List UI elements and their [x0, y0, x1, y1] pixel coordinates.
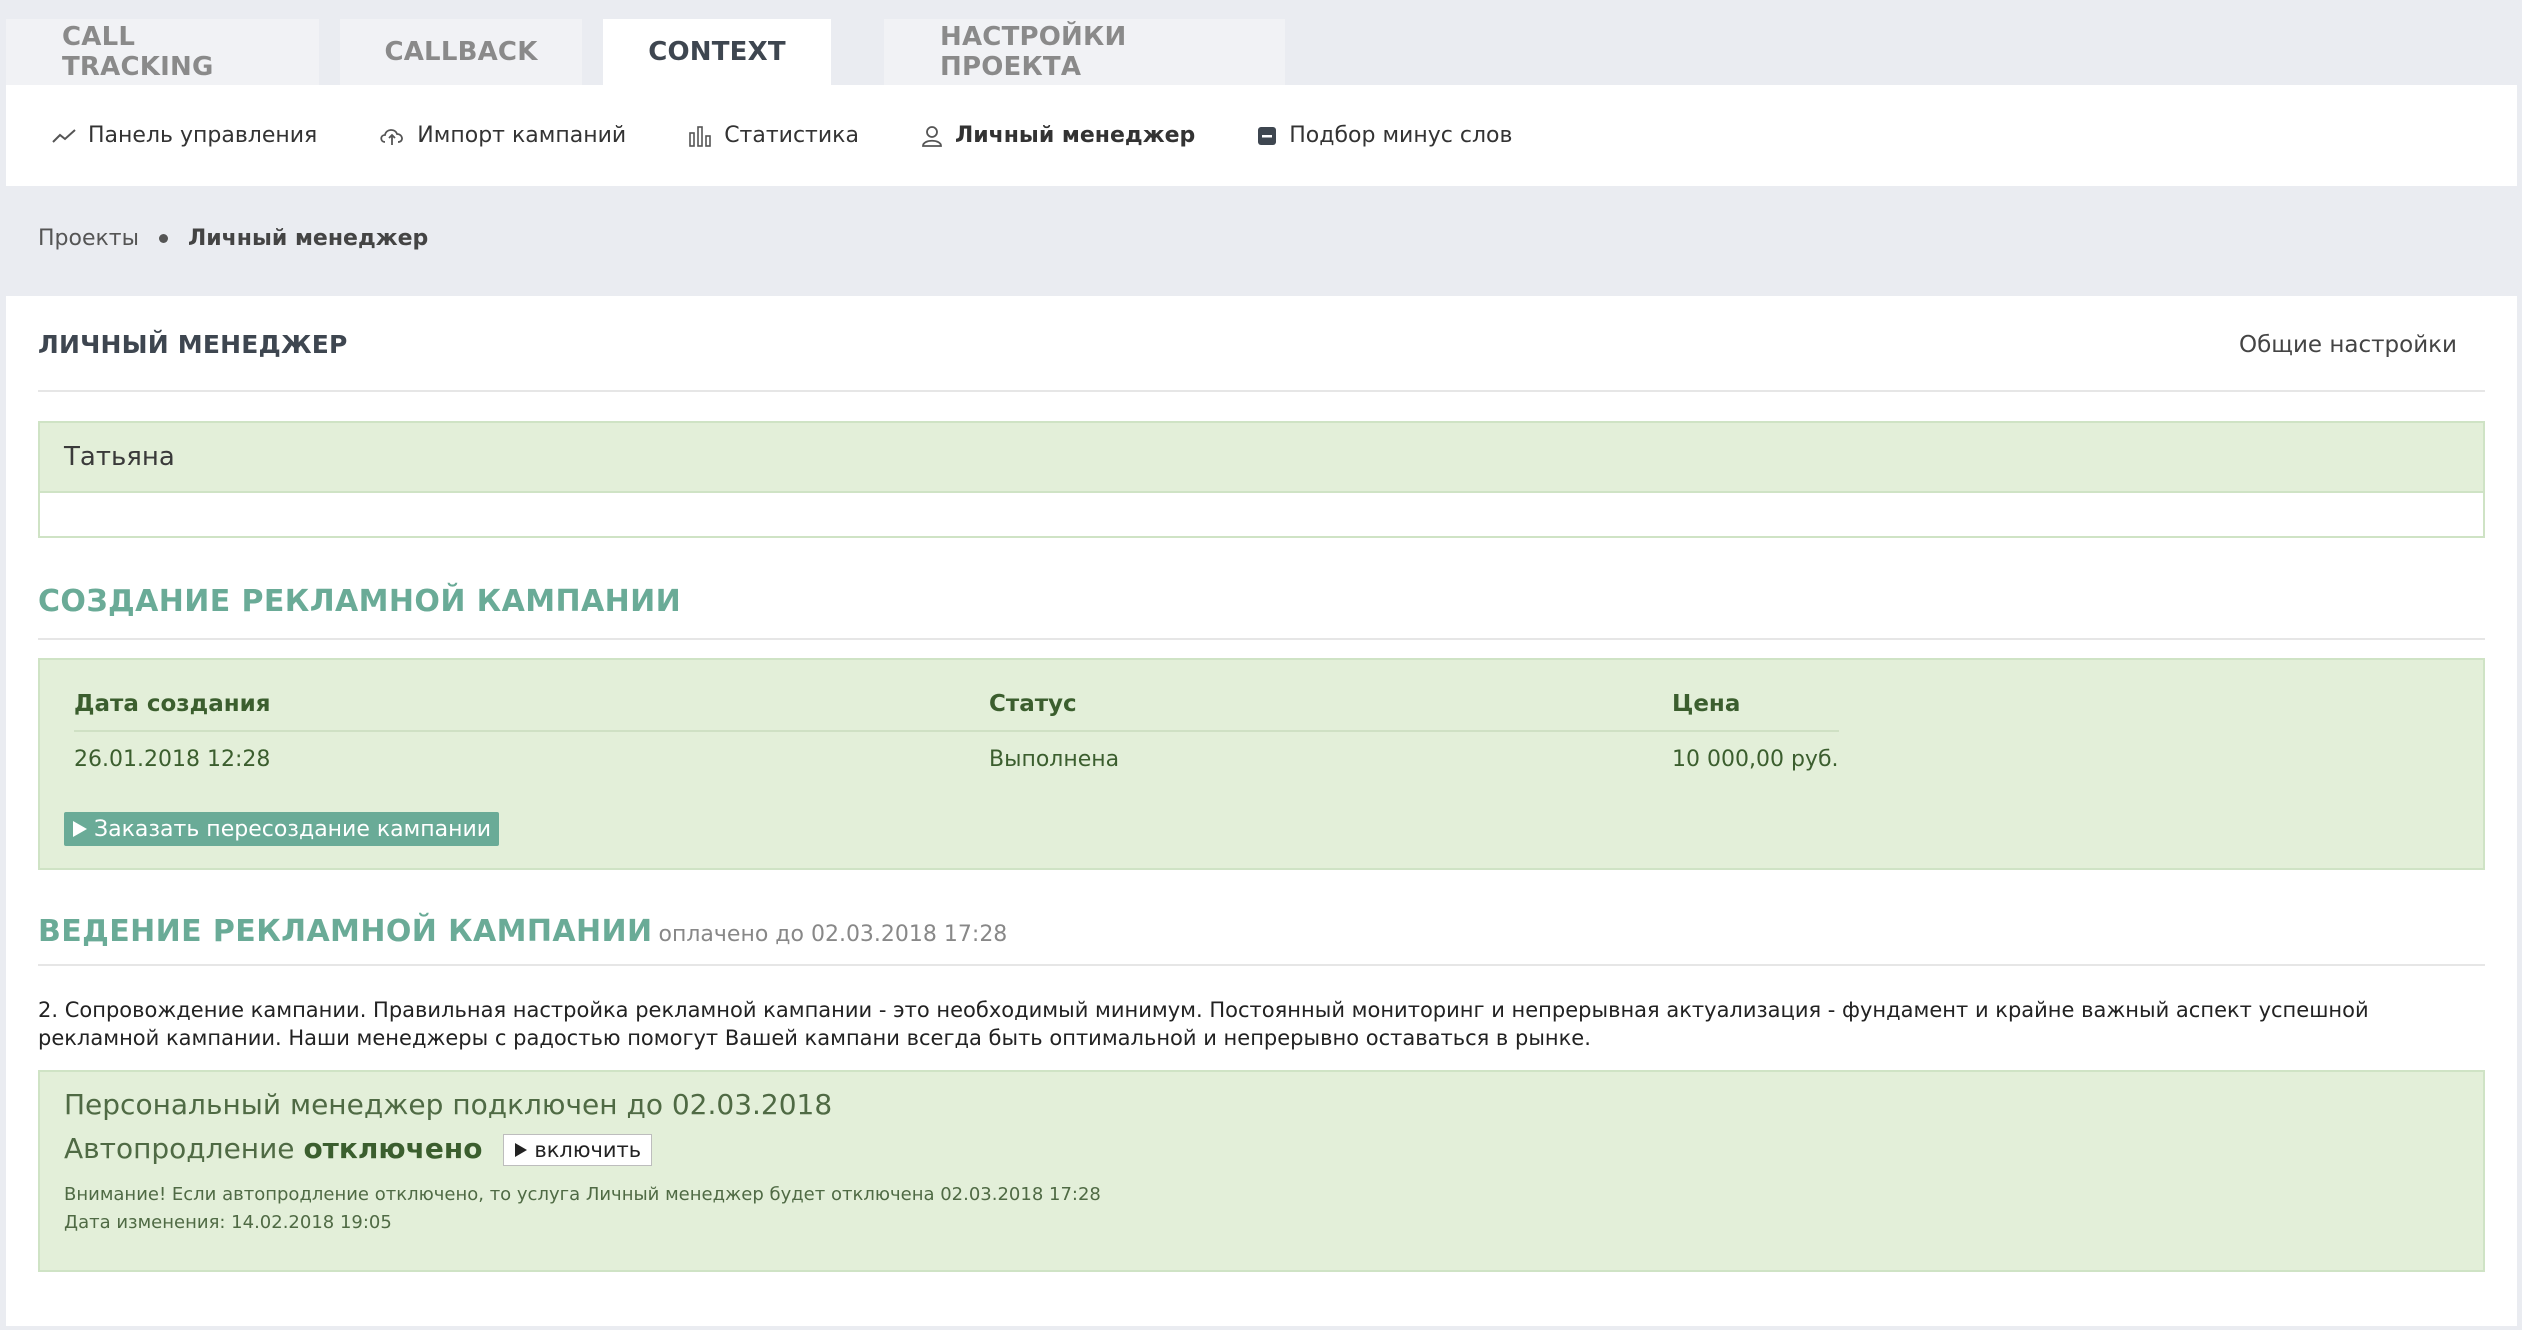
autorenew-line: Автопродление отключено включить: [64, 1132, 653, 1166]
autorenew-box: Персональный менеджер подключен до 02.03…: [38, 1070, 2485, 1272]
cell-date: 26.01.2018 12:28: [74, 746, 271, 772]
general-settings-link[interactable]: Общие настройки: [2239, 332, 2457, 358]
play-icon: [515, 1143, 528, 1157]
nav-minus-words[interactable]: Подбор минус слов: [1257, 123, 1512, 148]
tab-context[interactable]: CONTEXT: [603, 19, 831, 85]
tab-call-tracking[interactable]: CALL TRACKING: [6, 19, 319, 85]
nav-minus-words-label: Подбор минус слов: [1289, 123, 1513, 148]
enable-autorenew-label: включить: [534, 1138, 642, 1162]
management-paid-until: оплачено до 02.03.2018 17:28: [658, 922, 1008, 947]
creation-box: Дата создания Статус Цена 26.01.2018 12:…: [38, 658, 2485, 870]
nav-import[interactable]: Импорт кампаний: [379, 123, 626, 148]
table-header-row: Дата создания Статус Цена: [74, 678, 1839, 732]
divider: [38, 390, 2485, 392]
nav-stats-label: Статистика: [724, 123, 859, 148]
cell-status: Выполнена: [989, 746, 1120, 772]
tab-callback[interactable]: CALLBACK: [340, 19, 582, 85]
recreate-campaign-label: Заказать пересоздание кампании: [94, 816, 492, 842]
col-status-header: Статус: [989, 678, 1672, 732]
campaign-table: Дата создания Статус Цена 26.01.2018 12:…: [74, 678, 1839, 786]
breadcrumb-projects[interactable]: Проекты: [38, 226, 139, 251]
nav-dashboard[interactable]: Панель управления: [52, 123, 317, 148]
breadcrumb: Проекты Личный менеджер: [38, 226, 428, 251]
autorenew-state: отключено: [303, 1132, 483, 1165]
breadcrumb-current: Личный менеджер: [187, 226, 429, 251]
enable-autorenew-button[interactable]: включить: [503, 1134, 653, 1166]
col-price-header: Цена: [1672, 678, 1839, 732]
recreate-campaign-button[interactable]: Заказать пересоздание кампании: [64, 812, 500, 846]
cell-price: 10 000,00 руб.: [1672, 746, 1839, 772]
cloud-upload-icon: [380, 128, 404, 145]
manager-connected-text: Персональный менеджер подключен до 02.03…: [64, 1088, 833, 1121]
nav-import-label: Импорт кампаний: [417, 123, 627, 148]
manager-name: Татьяна: [40, 423, 2483, 493]
trend-line-icon: [52, 128, 76, 143]
divider: [38, 964, 2485, 966]
tab-project-settings[interactable]: НАСТРОЙКИ ПРОЕКТА: [884, 19, 1285, 85]
management-section-title: ВЕДЕНИЕ РЕКЛАМНОЙ КАМПАНИИ оплачено до 02…: [38, 914, 1007, 949]
bar-chart-icon: [689, 125, 711, 147]
manager-card: Татьяна: [38, 421, 2485, 538]
nav-manager[interactable]: Личный менеджер: [921, 123, 1195, 148]
main-panel: ЛИЧНЫЙ МЕНЕДЖЕР Общие настройки Татьяна …: [6, 296, 2517, 1326]
table-row: 26.01.2018 12:28 Выполнена 10 000,00 руб…: [74, 731, 1839, 786]
management-description: 2. Сопровождение кампании. Правильная на…: [38, 998, 2369, 1050]
nav-manager-label: Личный менеджер: [954, 123, 1196, 148]
sub-navigation: Панель управления Импорт кампаний Статис…: [6, 85, 2517, 186]
autorenew-label: Автопродление: [64, 1132, 295, 1165]
creation-section-title: СОЗДАНИЕ РЕКЛАМНОЙ КАМПАНИИ: [38, 584, 682, 619]
divider: [38, 638, 2485, 640]
management-title-text: ВЕДЕНИЕ РЕКЛАМНОЙ КАМПАНИИ: [38, 914, 653, 949]
breadcrumb-separator: [158, 234, 168, 243]
autorenew-warning: Внимание! Если автопродление отключено, …: [64, 1184, 1101, 1205]
nav-dashboard-label: Панель управления: [88, 123, 318, 148]
play-icon: [73, 821, 87, 837]
nav-stats[interactable]: Статистика: [688, 123, 859, 148]
top-tabs: CALL TRACKING CALLBACK CONTEXT НАСТРОЙКИ…: [6, 19, 1306, 85]
page-title: ЛИЧНЫЙ МЕНЕДЖЕР: [38, 330, 348, 359]
change-date: Дата изменения: 14.02.2018 19:05: [64, 1212, 392, 1233]
col-date-header: Дата создания: [74, 678, 989, 732]
minus-square-icon: [1258, 126, 1277, 145]
user-icon: [922, 125, 942, 147]
